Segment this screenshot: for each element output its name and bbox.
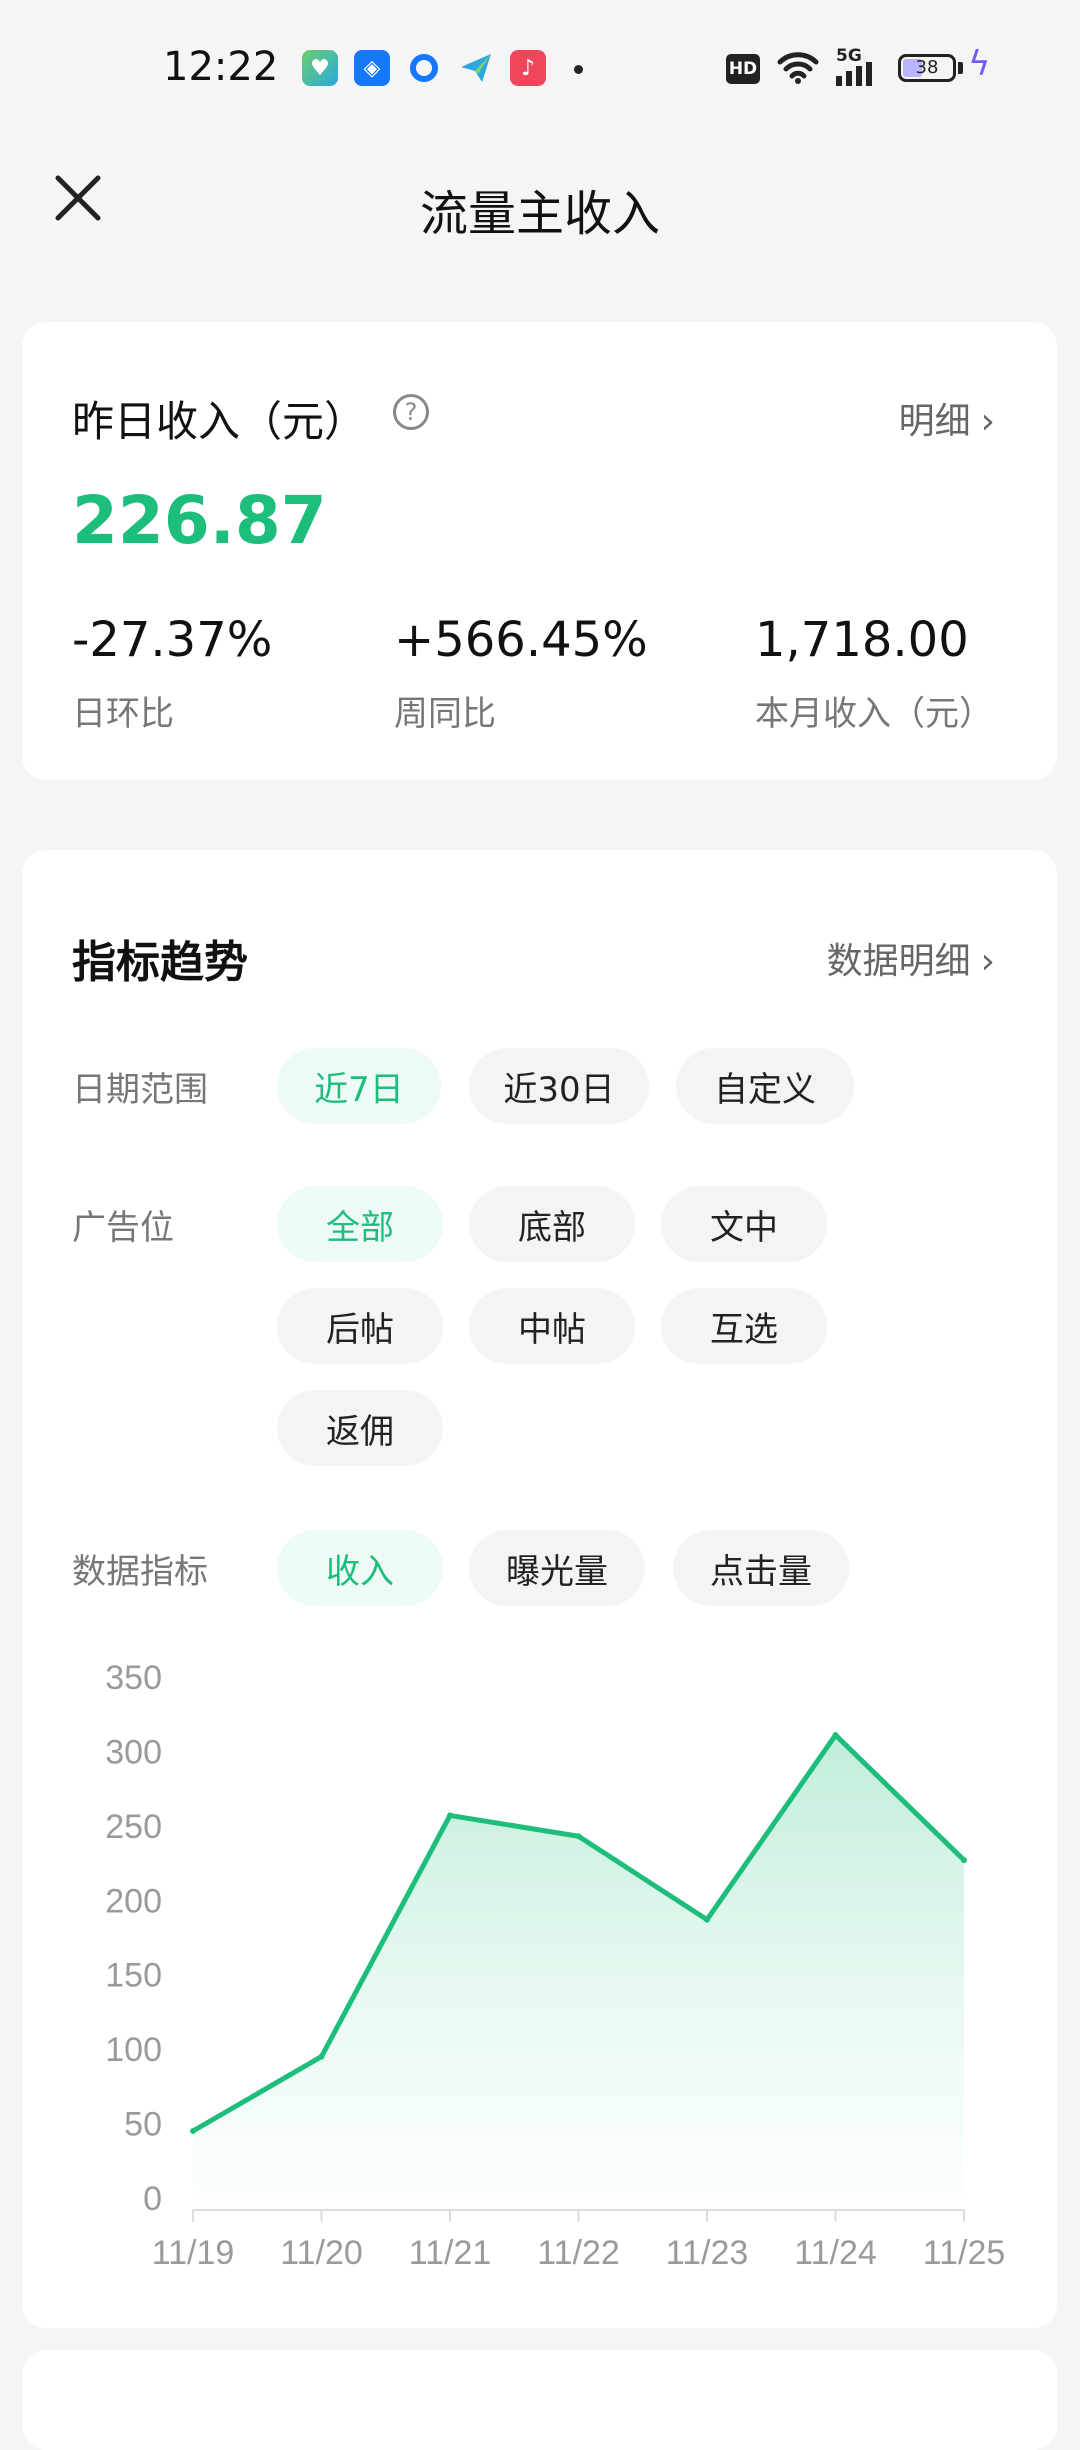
page-title: 流量主收入 xyxy=(419,186,660,242)
battery-level: 38 xyxy=(915,57,939,78)
battery-icon: 38 xyxy=(898,54,956,82)
stat-value: -27.37% xyxy=(72,612,273,668)
x-tick-label: 11/22 xyxy=(537,2234,620,2272)
shield-app-icon: ◈ xyxy=(354,50,390,86)
send-app-icon xyxy=(458,50,494,86)
yesterday-income-label: 昨日收入（元） xyxy=(72,397,367,446)
data-point xyxy=(318,2053,325,2060)
stat-label: 周同比 xyxy=(394,694,496,734)
detail-link[interactable]: 明细 › xyxy=(899,392,995,444)
series-area xyxy=(193,1735,964,2198)
income-card: 昨日收入（元） ? 明细 › 226.87 -27.37% 日环比 +566.45… xyxy=(22,322,1057,780)
data-point xyxy=(190,2128,196,2135)
wifi-icon xyxy=(777,52,819,84)
hd-icon: HD xyxy=(726,54,760,84)
health-app-icon: ♥ xyxy=(302,50,338,86)
detail-link-label: 明细 xyxy=(898,401,971,442)
x-tick-label: 11/20 xyxy=(280,2234,363,2272)
help-icon[interactable]: ? xyxy=(393,394,429,430)
browser-app-icon xyxy=(406,50,442,86)
battery-tip xyxy=(958,62,963,74)
x-tick-label: 11/25 xyxy=(923,2234,1006,2272)
y-tick-label: 300 xyxy=(105,1733,162,1771)
data-point xyxy=(832,1732,839,1739)
data-point xyxy=(704,1916,710,1923)
yesterday-income-value: 226.87 xyxy=(72,482,327,559)
y-tick-label: 250 xyxy=(105,1808,162,1846)
y-tick-label: 350 xyxy=(105,1659,162,1697)
music-app-icon: ♪ xyxy=(510,50,546,86)
data-point xyxy=(575,1833,582,1840)
stat-week-over-week: +566.45% 周同比 xyxy=(394,612,648,735)
stat-value: 1,718.00 xyxy=(755,612,969,668)
notification-dot xyxy=(574,65,583,74)
data-point xyxy=(447,1812,453,1819)
x-tick-label: 11/23 xyxy=(666,2234,749,2272)
next-card xyxy=(22,2350,1057,2450)
y-tick-label: 0 xyxy=(143,2180,162,2218)
data-point xyxy=(961,1857,967,1864)
y-tick-label: 200 xyxy=(105,1882,162,1920)
stat-label: 本月收入（元） xyxy=(755,694,993,734)
y-tick-label: 50 xyxy=(124,2106,162,2144)
signal-icon xyxy=(836,62,872,86)
trend-card: 指标趋势 数据明细 › 日期范围 近7日 近30日 自定义 广告位 全部 底部 文… xyxy=(22,850,1057,2328)
y-tick-label: 100 xyxy=(105,2031,162,2069)
charging-icon: ϟ xyxy=(968,44,991,84)
x-tick-label: 11/21 xyxy=(409,2234,492,2272)
y-tick-label: 150 xyxy=(105,1957,162,1995)
chevron-right-icon: › xyxy=(980,401,995,442)
status-bar: 12:22 ♥ ◈ ♪ HD 5G 38 ϟ xyxy=(0,0,1080,140)
stat-day-over-day: -27.37% 日环比 xyxy=(72,612,272,735)
x-tick-label: 11/24 xyxy=(794,2234,877,2272)
status-time: 12:22 xyxy=(163,44,279,90)
x-tick-label: 11/19 xyxy=(152,2234,235,2272)
stat-month-income: 1,718.00 本月收入（元） xyxy=(755,612,993,735)
stat-value: +566.45% xyxy=(394,612,648,668)
income-trend-chart: 0 50 100 150 200 250 300 350 11/19 11/20 11/21 11/2… xyxy=(105,1659,1006,2272)
stat-label: 日环比 xyxy=(72,694,174,734)
